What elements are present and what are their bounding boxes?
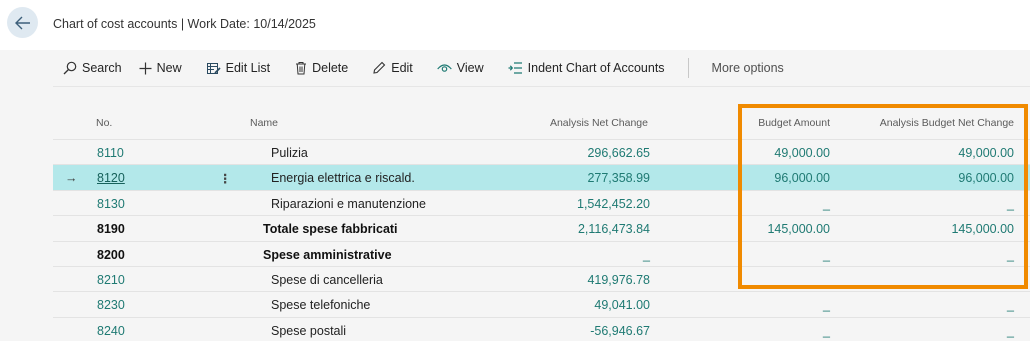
analysis-net-change[interactable]: 1,542,452.20 [577, 197, 650, 211]
account-no[interactable]: 8110 [97, 146, 124, 160]
edit-button[interactable]: Edit [372, 50, 413, 87]
new-label: New [156, 61, 182, 75]
budget-amount[interactable]: _ [823, 298, 830, 312]
analysis-net-change[interactable]: 49,041.00 [594, 298, 650, 312]
analysis-budget-net-change[interactable]: _ [1007, 248, 1014, 262]
back-button[interactable] [7, 7, 38, 38]
table-row[interactable]: 8210 Spese di cancelleria 419,976.78 [53, 267, 1030, 293]
delete-button[interactable]: Delete [295, 50, 348, 87]
arrow-left-icon [14, 16, 30, 29]
eye-icon [437, 63, 452, 72]
column-header-no[interactable]: No. [96, 117, 112, 129]
account-name: Spese amministrative [263, 247, 392, 262]
budget-amount[interactable]: 145,000.00 [767, 222, 830, 236]
row-indicator-arrow-icon: → [65, 171, 78, 186]
account-no[interactable]: 8200 [97, 248, 125, 262]
new-button[interactable]: New [139, 50, 182, 87]
budget-amount[interactable]: 96,000.00 [774, 171, 830, 185]
budget-amount[interactable]: _ [823, 248, 830, 262]
budget-amount[interactable]: 49,000.00 [774, 146, 830, 160]
view-label: View [456, 61, 484, 75]
row-actions-menu-icon[interactable]: ⋮ [219, 171, 232, 186]
account-no[interactable]: 8130 [97, 197, 125, 211]
account-no[interactable]: 8240 [97, 324, 125, 338]
account-name: Spese telefoniche [271, 298, 371, 313]
edit-label: Edit [391, 61, 413, 75]
analysis-budget-net-change[interactable]: 145,000.00 [951, 222, 1014, 236]
account-name: Spese postali [271, 323, 347, 338]
account-no[interactable]: 8230 [97, 298, 125, 312]
edit-list-button[interactable]: Edit List [206, 50, 271, 87]
grid-header: No. Name Analysis Net Change Budget Amou… [53, 105, 1030, 140]
column-header-budget-amount[interactable]: Budget Amount [758, 117, 830, 129]
plus-icon [139, 62, 152, 74]
account-name: Riparazioni e manutenzione [271, 196, 426, 211]
analysis-net-change[interactable]: 277,358.99 [587, 171, 650, 185]
column-header-analysis-budget-net-change[interactable]: Analysis Budget Net Change [880, 117, 1014, 129]
analysis-budget-net-change[interactable]: 49,000.00 [958, 146, 1014, 160]
table-row-heading[interactable]: 8200 Spese amministrative _ _ _ [53, 242, 1030, 267]
search-icon [63, 61, 77, 75]
budget-amount[interactable]: _ [823, 324, 830, 338]
analysis-net-change[interactable]: 419,976.78 [587, 273, 650, 287]
page-content: Search New Edit List Delete Edit View In… [0, 50, 1030, 341]
trash-icon [296, 62, 307, 75]
accounts-grid: No. Name Analysis Net Change Budget Amou… [53, 105, 1030, 341]
table-row[interactable]: 8240 Spese postali -56,946.67 _ _ [53, 318, 1030, 341]
account-name: Totale spese fabbricati [263, 222, 398, 237]
table-row[interactable]: 8130 Riparazioni e manutenzione 1,542,45… [53, 191, 1030, 217]
table-row-total[interactable]: 8190 Totale spese fabbricati 2,116,473.8… [53, 216, 1030, 242]
account-no[interactable]: 8120 [97, 171, 125, 185]
edit-list-label: Edit List [225, 61, 271, 75]
edit-list-icon [206, 62, 221, 74]
account-no[interactable]: 8190 [97, 222, 125, 236]
more-options-label: More options [711, 61, 784, 75]
indent-chart-button[interactable]: Indent Chart of Accounts [508, 50, 665, 87]
analysis-net-change[interactable]: 2,116,473.84 [578, 222, 650, 236]
column-header-name[interactable]: Name [250, 117, 278, 129]
analysis-budget-net-change[interactable]: _ [1007, 197, 1014, 211]
analysis-net-change[interactable]: _ [643, 248, 650, 262]
indent-chart-label: Indent Chart of Accounts [527, 61, 665, 75]
analysis-budget-net-change[interactable]: _ [1007, 324, 1014, 338]
delete-label: Delete [312, 61, 349, 75]
column-header-analysis-net-change[interactable]: Analysis Net Change [550, 117, 648, 129]
more-options-button[interactable]: More options [712, 50, 784, 87]
account-name: Energia elettrica e riscald. [271, 171, 415, 186]
account-no[interactable]: 8210 [97, 273, 125, 287]
pencil-icon [373, 61, 386, 74]
top-bar: Chart of cost accounts | Work Date: 10/1… [0, 0, 1030, 50]
table-row-selected[interactable]: → 8120 ⋮ Energia elettrica e riscald. 27… [53, 165, 1030, 191]
analysis-net-change[interactable]: 296,662.65 [587, 146, 650, 160]
account-name: Spese di cancelleria [271, 272, 383, 287]
action-separator [687, 58, 689, 78]
view-button[interactable]: View [437, 50, 484, 87]
page-title: Chart of cost accounts | Work Date: 10/1… [53, 17, 316, 31]
search-button[interactable]: Search [63, 50, 122, 87]
table-row[interactable]: 8230 Spese telefoniche 49,041.00 _ _ [53, 292, 1030, 318]
account-name: Pulizia [271, 146, 308, 160]
analysis-net-change[interactable]: -56,946.67 [590, 324, 650, 338]
action-bar: Search New Edit List Delete Edit View In… [53, 50, 1030, 87]
analysis-budget-net-change[interactable]: 96,000.00 [958, 171, 1014, 185]
indent-icon [508, 62, 522, 74]
analysis-budget-net-change[interactable]: _ [1007, 298, 1014, 312]
budget-amount[interactable]: _ [823, 197, 830, 211]
table-row[interactable]: 8110 Pulizia 296,662.65 49,000.00 49,000… [53, 140, 1030, 166]
search-label: Search [82, 61, 122, 75]
